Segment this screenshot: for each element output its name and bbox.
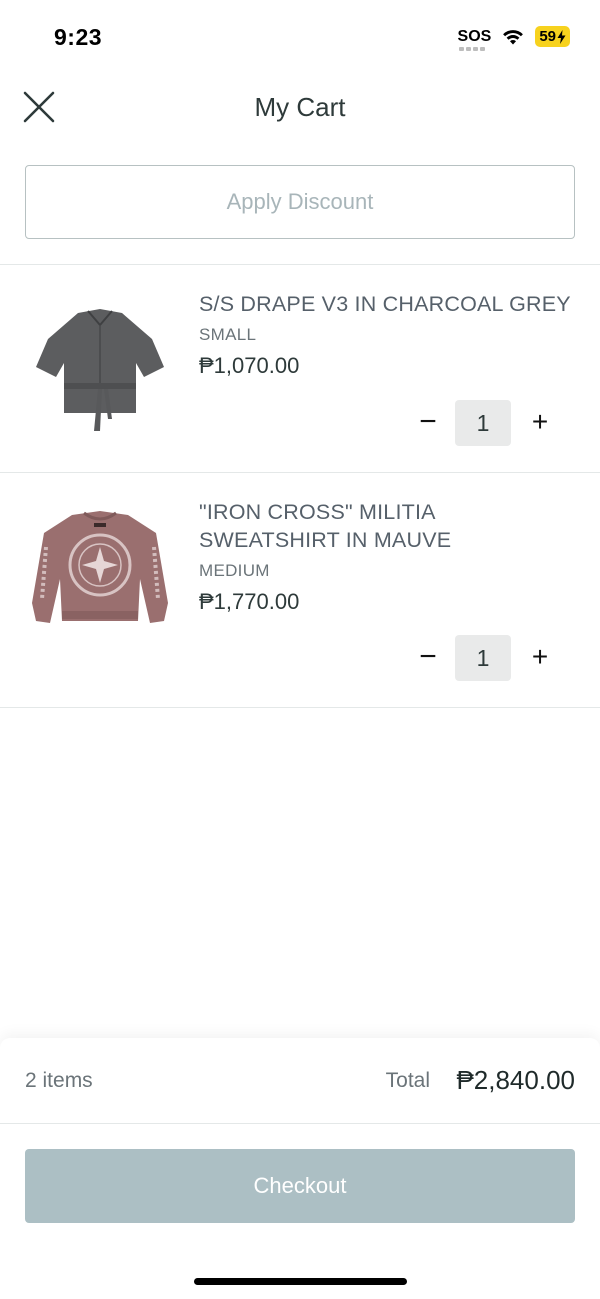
product-image-drape-kimono — [36, 309, 164, 431]
product-size: MEDIUM — [199, 561, 270, 580]
cart-item: "IRON CROSS" MILITIA SWEATSHIRT IN MAUVE… — [0, 473, 600, 707]
decrease-quantity-button[interactable]: − — [413, 404, 443, 442]
quantity-stepper: − 1 + — [405, 400, 555, 446]
status-indicators: SOS 59 — [457, 26, 570, 51]
charging-bolt-icon — [557, 29, 566, 44]
cart-item: S/S DRAPE V3 IN CHARCOAL GREY SMALL ₱1,0… — [0, 265, 600, 499]
items-count: 2 items — [25, 1069, 93, 1092]
checkout-button[interactable]: Checkout — [25, 1149, 575, 1223]
signal-dots — [458, 46, 485, 51]
product-image-mauve-sweatshirt — [32, 511, 168, 623]
home-indicator[interactable] — [194, 1278, 407, 1285]
apply-discount-button[interactable]: Apply Discount — [25, 165, 575, 239]
quantity-value[interactable]: 1 — [455, 400, 511, 446]
decrease-quantity-button[interactable]: − — [413, 639, 443, 677]
product-name: S/S DRAPE V3 IN CHARCOAL GREY — [199, 292, 571, 316]
product-name: "IRON CROSS" MILITIA SWEATSHIRT IN MAUVE — [199, 500, 452, 552]
product-size: SMALL — [199, 325, 257, 344]
product-price: ₱1,070.00 — [199, 353, 300, 378]
increase-quantity-button[interactable]: + — [525, 639, 555, 677]
carrier-label: SOS — [457, 27, 492, 51]
increase-quantity-button[interactable]: + — [525, 404, 555, 442]
status-time: 9:23 — [54, 24, 103, 50]
total-value: ₱2,840.00 — [456, 1065, 575, 1095]
quantity-stepper: − 1 + — [405, 635, 555, 681]
quantity-value[interactable]: 1 — [455, 635, 511, 681]
status-bar: 9:23 SOS 59 — [0, 0, 600, 70]
total-label: Total — [385, 1069, 430, 1092]
divider — [0, 1123, 600, 1124]
carrier-text: SOS — [457, 27, 492, 45]
battery-level: 59 — [539, 28, 556, 45]
cart-footer: 2 items Total ₱2,840.00 Checkout — [0, 1038, 600, 1299]
battery-indicator: 59 — [535, 26, 570, 47]
divider — [0, 707, 600, 708]
page-title: My Cart — [254, 92, 346, 122]
cart-header: My Cart — [0, 70, 600, 142]
product-price: ₱1,770.00 — [199, 589, 300, 614]
wifi-icon — [503, 29, 524, 44]
